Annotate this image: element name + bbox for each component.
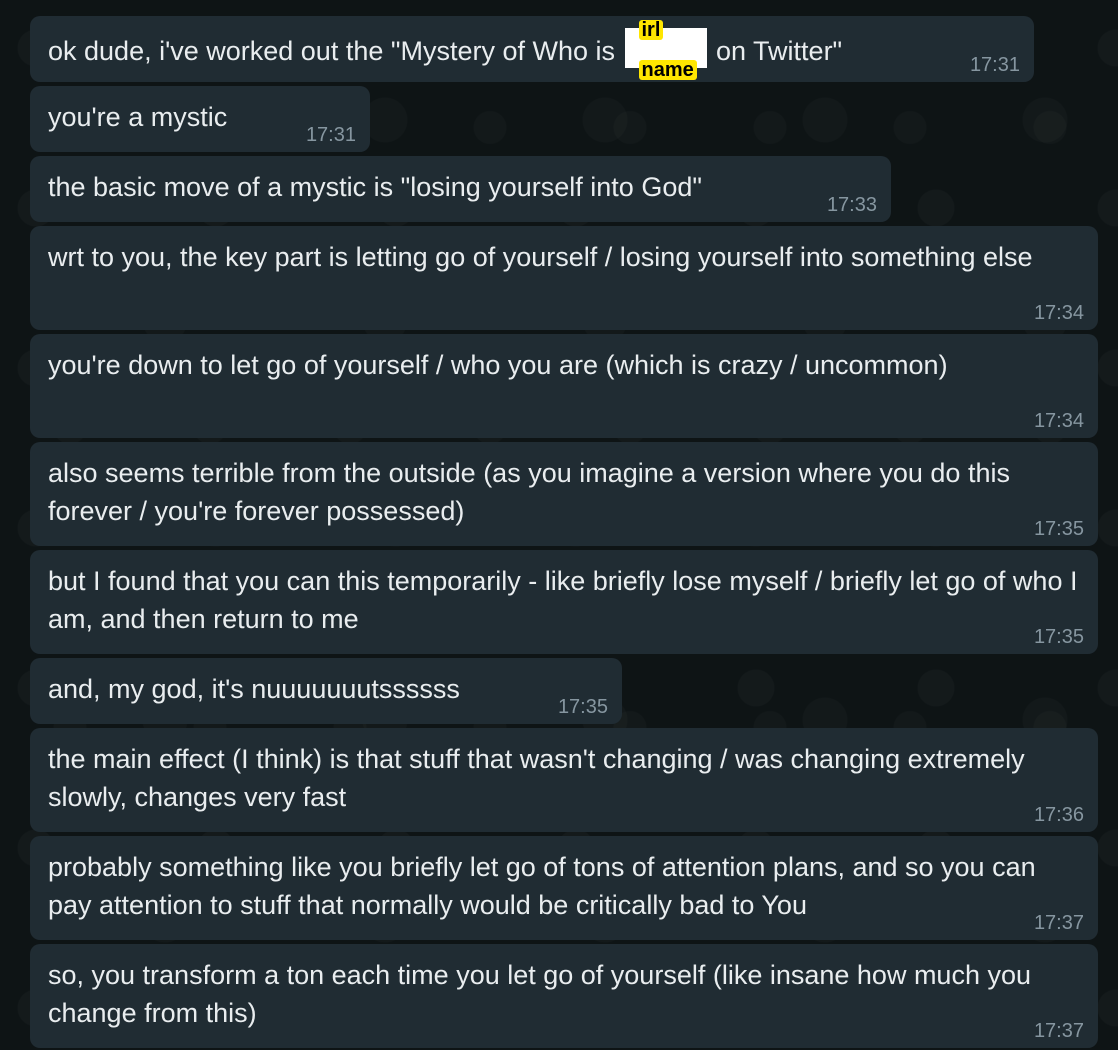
message-timestamp: 17:31: [305, 124, 356, 146]
redaction-label: name: [638, 60, 697, 80]
message-timestamp: 17:37: [1033, 1020, 1084, 1042]
message-bubble[interactable]: and, my god, it's nuuuuuuutssssss 17:35: [30, 658, 622, 724]
message-timestamp: 17:35: [1033, 518, 1084, 540]
message-timestamp: 17:34: [1033, 302, 1084, 324]
message-text: probably something like you briefly let …: [48, 852, 1044, 920]
message-text: so, you transform a ton each time you le…: [48, 960, 1039, 1028]
message-text: wrt to you, the key part is letting go o…: [48, 242, 1033, 272]
message-bubble[interactable]: so, you transform a ton each time you le…: [30, 944, 1098, 1048]
message-bubble[interactable]: also seems terrible from the outside (as…: [30, 442, 1098, 546]
message-bubble[interactable]: you're a mystic 17:31: [30, 86, 370, 152]
message-bubble[interactable]: the main effect (I think) is that stuff …: [30, 728, 1098, 832]
message-text: but I found that you can this temporaril…: [48, 566, 1085, 634]
message-bubble[interactable]: ok dude, i've worked out the "Mystery of…: [30, 16, 1034, 82]
message-bubble[interactable]: probably something like you briefly let …: [30, 836, 1098, 940]
redaction-box: irl name: [624, 20, 707, 80]
message-bubble[interactable]: wrt to you, the key part is letting go o…: [30, 226, 1098, 330]
message-text: ok dude, i've worked out the "Mystery of…: [48, 19, 843, 81]
message-bubble[interactable]: the basic move of a mystic is "losing yo…: [30, 156, 891, 222]
message-timestamp: 17:35: [1033, 626, 1084, 648]
message-text: you're down to let go of yourself / who …: [48, 350, 948, 380]
message-text: the main effect (I think) is that stuff …: [48, 744, 1033, 812]
redaction-label: irl: [638, 20, 664, 40]
message-timestamp: 17:37: [1033, 912, 1084, 934]
message-text: also seems terrible from the outside (as…: [48, 458, 1018, 526]
message-text: the basic move of a mystic is "losing yo…: [48, 172, 702, 202]
message-text: and, my god, it's nuuuuuuutssssss: [48, 674, 460, 704]
message-timestamp: 17:35: [557, 696, 608, 718]
message-timestamp: 17:33: [826, 194, 877, 216]
message-timestamp: 17:34: [1033, 410, 1084, 432]
message-bubble[interactable]: but I found that you can this temporaril…: [30, 550, 1098, 654]
chat-history: ok dude, i've worked out the "Mystery of…: [0, 0, 1118, 1050]
message-bubble[interactable]: you're down to let go of yourself / who …: [30, 334, 1098, 438]
message-timestamp: 17:36: [1033, 804, 1084, 826]
message-timestamp: 17:31: [969, 54, 1020, 76]
